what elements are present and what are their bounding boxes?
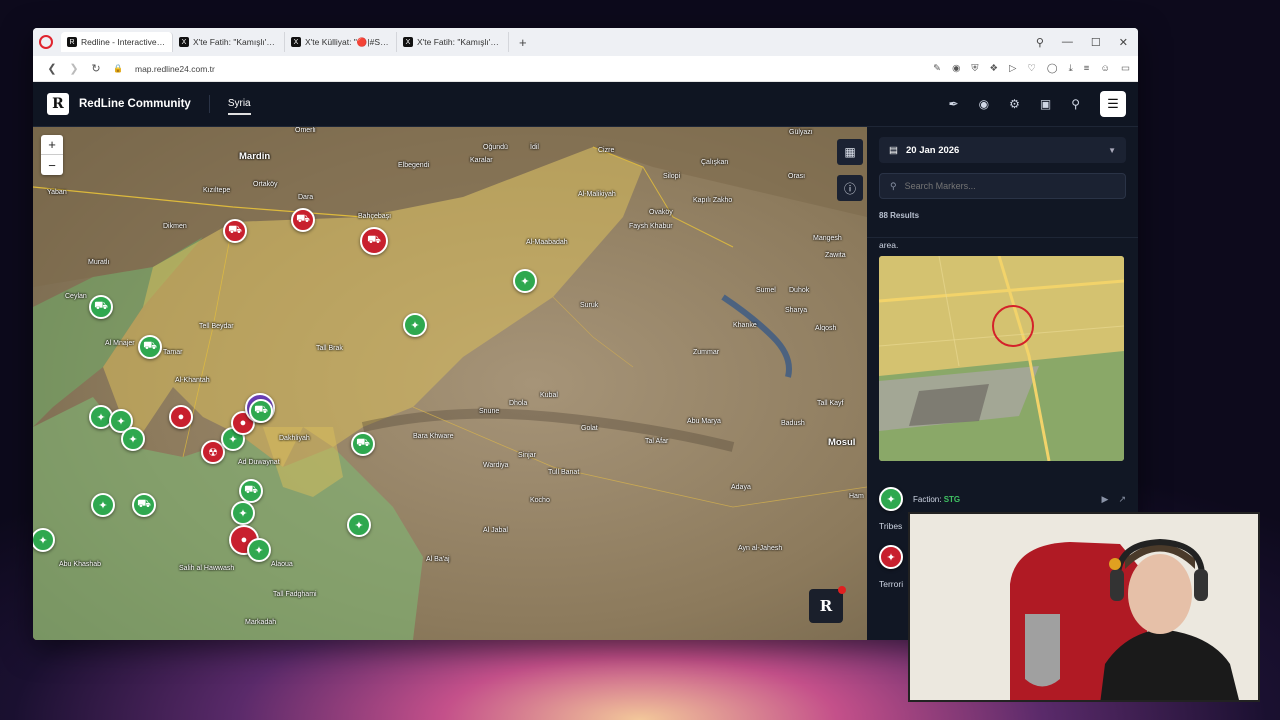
opera-logo-icon[interactable] (39, 35, 53, 49)
camera-capture-icon[interactable]: ▣ (1040, 97, 1051, 111)
badge-letter: R (819, 597, 833, 615)
cube-icon[interactable]: ▭ (1121, 63, 1130, 74)
map-marker-rifle-green[interactable]: ✦ (231, 501, 255, 525)
map-marker-truck-green[interactable]: ⛟ (138, 335, 162, 359)
map-marker-truck-red[interactable]: ⛟ (360, 227, 388, 255)
reload-icon[interactable]: ↻ (85, 62, 107, 75)
tab-x-fatih-2[interactable]: X X'te Fatih: "Kamışlı'da top" (397, 32, 509, 52)
satellite-thumbnail (879, 256, 1124, 461)
map-terrain (33, 127, 867, 640)
search-markers: ⚲ (879, 173, 1126, 199)
x-favicon-icon: X (291, 37, 301, 47)
back-icon[interactable]: ❮ (41, 62, 63, 75)
zoom-out-button[interactable]: − (41, 155, 63, 175)
nav-syria[interactable]: Syria (227, 98, 251, 115)
chevron-down-icon: ▼ (1108, 145, 1116, 155)
info-icon[interactable]: ⓘ (837, 175, 863, 201)
tab-label: X'te Külliyat: "🔴|#SONDAKİKA" (305, 36, 390, 47)
external-link-icon[interactable]: ↗ (1118, 494, 1126, 505)
shield-icon[interactable]: ⛨ (971, 63, 978, 74)
search-tabs-icon[interactable]: ⚲ (1036, 36, 1044, 49)
tab-redline[interactable]: R Redline - Interactive Strategy (61, 32, 173, 52)
brand-name[interactable]: RedLine Community (79, 98, 191, 110)
maximize-icon[interactable]: ☐ (1091, 36, 1101, 49)
calendar-icon: ▤ (889, 144, 898, 156)
tab-label: X'te Fatih: "Kamışlı'da top" (193, 37, 278, 47)
forward-icon[interactable]: ❯ (63, 62, 85, 75)
x-favicon-icon: X (179, 37, 189, 47)
search-icon: ⚲ (890, 180, 897, 191)
map-marker-rifle-green[interactable]: ✦ (91, 493, 115, 517)
rifle-icon: ✦ (879, 487, 903, 511)
date-value: 20 Jan 2026 (905, 144, 960, 156)
extension-icon[interactable]: ◯ (1047, 63, 1058, 74)
lock-icon: 🔒 (113, 64, 123, 73)
marker-entry[interactable]: ✦ Faction: STG ▶ ↗ (879, 487, 1126, 511)
pen-tool-icon[interactable]: ✒ (949, 97, 959, 111)
vpn-icon[interactable]: ❖ (990, 63, 999, 74)
profile-icon[interactable]: ☺ (1100, 63, 1110, 74)
map-marker-truck-green[interactable]: ⛟ (351, 432, 375, 456)
webcam-overlay (908, 512, 1260, 702)
zoom-in-button[interactable]: + (41, 135, 63, 155)
url-field[interactable]: map.redline24.com.tr (135, 64, 215, 74)
results-count: 88 Results (879, 211, 920, 220)
edit-icon[interactable]: ✎ (933, 63, 941, 74)
heart-icon[interactable]: ♡ (1027, 63, 1036, 74)
header-divider (208, 95, 210, 113)
app-header: R RedLine Community Syria ✒ ◉ ⚙ ▣ ⚲ ☰ (33, 82, 1138, 127)
map-marker-rifle-green[interactable]: ✦ (513, 269, 537, 293)
redline-logo[interactable]: R (47, 93, 69, 115)
description-text: area. (879, 240, 899, 250)
menu-lines-icon[interactable]: ≡ (1084, 63, 1090, 74)
new-tab-button[interactable]: + (519, 35, 527, 50)
map-marker-truck-red[interactable]: ⛟ (223, 219, 247, 243)
marker-thumbnail-image[interactable] (879, 256, 1124, 461)
date-selector[interactable]: ▤ 20 Jan 2026 ▼ (879, 137, 1126, 163)
map-layers-icon[interactable]: ▦ (837, 139, 863, 165)
redline-badge-button[interactable]: R (809, 586, 846, 623)
map-marker-rifle-green[interactable]: ✦ (347, 513, 371, 537)
hamburger-menu-button[interactable]: ☰ (1100, 91, 1126, 117)
notification-dot (838, 586, 846, 594)
search-markers-input[interactable] (904, 181, 1085, 191)
map-marker-rifle-green[interactable]: ✦ (403, 313, 427, 337)
redline-favicon-icon: R (67, 37, 77, 47)
map-marker-rifle-green[interactable]: ✦ (247, 538, 271, 562)
map-marker-truck-red[interactable]: ⛟ (291, 208, 315, 232)
map-canvas[interactable]: + − ▦ ⓘ Ömerli Mardin Dara Kızıltepe Ort… (33, 127, 867, 640)
map-marker-truck-green[interactable]: ⛟ (239, 479, 263, 503)
tab-x-kulliyat[interactable]: X X'te Külliyat: "🔴|#SONDAKİKA" (285, 32, 397, 52)
faction-label: Faction: (913, 494, 942, 504)
location-pin-icon[interactable]: ◉ (979, 97, 989, 111)
address-bar: ❮ ❯ ↻ 🔒 map.redline24.com.tr ✎ ◉ ⛨ ❖ ▷ ♡… (33, 56, 1138, 82)
map-marker-group-red[interactable]: ● (169, 405, 193, 429)
close-icon[interactable]: ✕ (1119, 36, 1128, 49)
play-icon[interactable]: ▷ (1009, 63, 1016, 74)
webcam-feed (910, 514, 1258, 700)
map-marker-rifle-green[interactable]: ✦ (121, 427, 145, 451)
tab-label: Redline - Interactive Strategy (81, 37, 166, 47)
download-icon[interactable]: ⤓ (1069, 63, 1073, 74)
tab-x-fatih[interactable]: X X'te Fatih: "Kamışlı'da top" (173, 32, 285, 52)
minimize-icon[interactable]: — (1062, 36, 1073, 49)
x-favicon-icon: X (403, 37, 413, 47)
zoom-control: + − (41, 135, 63, 175)
search-icon[interactable]: ⚲ (1071, 97, 1080, 111)
camera-icon[interactable]: ◉ (952, 63, 960, 74)
faction-info: Faction: STG (913, 495, 960, 504)
hazard-icon: ✦ (879, 545, 903, 569)
map-marker-truck-green[interactable]: ⛟ (249, 399, 273, 423)
tab-label: X'te Fatih: "Kamışlı'da top" (417, 37, 502, 47)
video-icon[interactable]: ▶ (1102, 494, 1109, 505)
faction-value: STG (943, 494, 961, 504)
map-marker-truck-green[interactable]: ⛟ (89, 295, 113, 319)
settings-gear-icon[interactable]: ⚙ (1009, 97, 1020, 111)
tab-bar: R Redline - Interactive Strategy X X'te … (33, 28, 1138, 56)
map-marker-truck-green[interactable]: ⛟ (132, 493, 156, 517)
